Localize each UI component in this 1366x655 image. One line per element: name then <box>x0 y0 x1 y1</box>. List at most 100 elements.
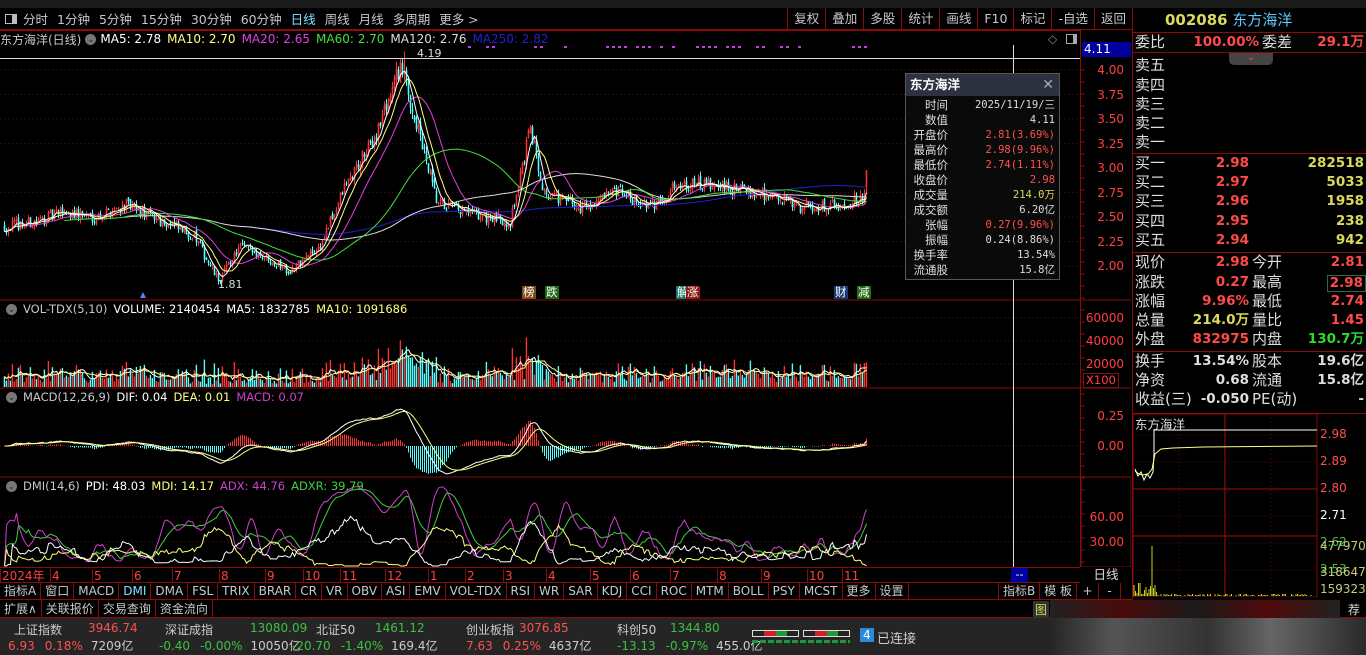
volume-bar <box>223 374 226 387</box>
buy-row[interactable]: 买二 2.97 5033 <box>1133 173 1366 192</box>
candle-body <box>59 208 62 215</box>
buy-row[interactable]: 买三 2.96 1958 <box>1133 192 1366 211</box>
indicator-tab[interactable]: 更多 <box>843 583 876 599</box>
volume-bar <box>463 376 466 387</box>
volume-bar <box>71 375 74 387</box>
indicator-tab[interactable]: 设置 <box>876 583 909 599</box>
volume-bar <box>711 371 714 387</box>
volume-bar <box>437 382 440 387</box>
volume-bar <box>503 379 506 387</box>
indicator-tab[interactable]: PSY <box>769 583 800 599</box>
candle-body <box>813 209 816 212</box>
candle-body <box>515 194 518 206</box>
extension-tab[interactable]: 交易查询 <box>99 600 156 617</box>
volume-bar <box>551 375 554 387</box>
indicator-tab[interactable]: MTM <box>692 583 729 599</box>
volume-bar <box>281 380 284 387</box>
buy-row[interactable]: 买五 2.94 942 <box>1133 231 1366 250</box>
index-name[interactable]: 科创50 <box>617 621 656 638</box>
intraday-mini-chart[interactable]: 东方海洋 2.98 2.89 2.80 2.71 2.62 2.53 477970 31864… <box>1133 412 1366 597</box>
index-pct: 0.25% <box>502 639 541 653</box>
indicator-tab[interactable]: SAR <box>564 583 598 599</box>
right-tab[interactable]: + <box>1077 583 1100 600</box>
volume-bar <box>299 371 302 387</box>
indicator-tab[interactable]: VR <box>322 583 348 599</box>
recommend-tab[interactable]: 荐 <box>1348 601 1360 618</box>
extension-tab[interactable]: 关联报价 <box>42 600 99 617</box>
volume-bar <box>51 367 54 387</box>
indicator-tab[interactable]: FSL <box>188 583 219 599</box>
volume-bar <box>287 383 290 387</box>
status-bar: 上证指数 3946.74 6.93 0.18% 7209亿 深证成指 13080.09 -0.… <box>0 618 1366 655</box>
indicator-tab[interactable]: RSI <box>507 583 536 599</box>
macd-value: MACD: 0.07 <box>236 390 304 404</box>
indicator-tab[interactable]: TRIX <box>218 583 255 599</box>
volume-bar <box>237 369 240 387</box>
index-name[interactable]: 深证成指 <box>165 621 213 638</box>
stat-label: 今开 <box>1252 253 1283 272</box>
ma10-line <box>4 78 867 272</box>
volume-bar <box>749 360 752 387</box>
chevron-down-icon[interactable]: ⌄ <box>6 480 17 492</box>
candle-body <box>529 126 532 133</box>
right-tab[interactable]: 指标B <box>999 583 1041 600</box>
candle-body <box>345 183 348 185</box>
candle-body <box>237 247 240 254</box>
dmi-name: DMI(14,6) <box>23 479 80 493</box>
candle-body <box>429 171 432 175</box>
buy-row[interactable]: 买一 2.98 282518 <box>1133 154 1366 173</box>
candle-body <box>543 189 546 191</box>
indicator-tab[interactable]: CCI <box>627 583 657 599</box>
indicator-tab[interactable]: MCST <box>800 583 843 599</box>
index-name[interactable]: 北证50 <box>316 621 355 638</box>
indicator-tab[interactable]: VOL-TDX <box>446 583 507 599</box>
date-axis-label: 11 <box>340 569 358 583</box>
indicator-tab[interactable]: OBV <box>348 583 383 599</box>
chart-tab[interactable]: 图 <box>1033 601 1050 618</box>
event-marker[interactable]: 涨 <box>686 286 700 299</box>
event-marker[interactable]: 财 <box>834 286 848 299</box>
close-icon[interactable]: ✕ <box>1042 74 1054 96</box>
event-marker[interactable]: 跌 <box>545 286 559 299</box>
indicator-tab[interactable]: EMV <box>410 583 446 599</box>
indicator-tab[interactable]: MACD <box>74 583 120 599</box>
event-marker[interactable]: 减 <box>857 286 871 299</box>
candle-body <box>357 164 360 169</box>
indicator-tab[interactable]: DMA <box>151 583 189 599</box>
index-name[interactable]: 上证指数 <box>14 621 62 638</box>
indicator-tab[interactable]: BOLL <box>729 583 769 599</box>
right-tab[interactable]: - <box>1099 583 1122 600</box>
volume-bar <box>167 379 170 387</box>
indicator-tab[interactable]: ROC <box>657 583 692 599</box>
candle-body <box>671 183 674 192</box>
volume-bar <box>355 372 358 387</box>
indicator-tab[interactable]: KDJ <box>598 583 628 599</box>
connection-status[interactable]: 已连接 <box>877 628 916 647</box>
index-name[interactable]: 创业板指 <box>466 621 514 638</box>
indicator-tab[interactable]: ASI <box>382 583 411 599</box>
extension-tab[interactable]: 资金流向 <box>156 600 213 617</box>
indicator-tab[interactable]: 窗口 <box>41 583 75 599</box>
indicator-tab[interactable]: 指标A <box>0 583 42 599</box>
volume-bar <box>789 378 792 387</box>
volume-bar <box>425 360 428 387</box>
expand-orderbook-button[interactable]: ⌄ <box>1229 53 1273 66</box>
volume-bar <box>125 361 128 387</box>
indicator-tab[interactable]: BRAR <box>255 583 297 599</box>
buy-row[interactable]: 买四 2.95 238 <box>1133 212 1366 231</box>
candle-body <box>479 217 482 220</box>
fund-value: -0.050 <box>1200 391 1249 408</box>
volume-bar <box>421 352 424 387</box>
chevron-down-icon[interactable]: ⌄ <box>6 391 17 403</box>
candle-body <box>199 241 202 243</box>
chevron-down-icon[interactable]: ⌄ <box>6 303 17 315</box>
sell-label: 卖一 <box>1135 133 1166 152</box>
volume-bar <box>781 376 784 387</box>
indicator-tab[interactable]: CR <box>296 583 322 599</box>
extension-tab[interactable]: 扩展∧ <box>0 600 42 617</box>
right-tab[interactable]: 模 板 <box>1040 583 1078 600</box>
indicator-tab[interactable]: WR <box>535 583 565 599</box>
event-marker[interactable]: 榜 <box>522 286 536 299</box>
candle-body <box>381 113 384 124</box>
indicator-tab[interactable]: DMI <box>119 583 152 599</box>
